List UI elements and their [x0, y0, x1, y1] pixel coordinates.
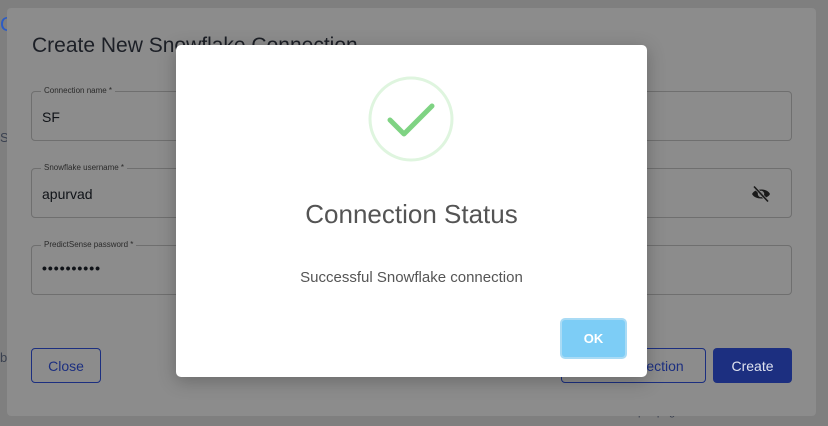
connection-status-dialog: Connection Status Successful Snowflake c… — [176, 45, 647, 377]
ok-button[interactable]: OK — [560, 318, 627, 359]
dialog-title: Connection Status — [305, 199, 518, 229]
dialog-message: Successful Snowflake connection — [300, 269, 523, 286]
success-check-icon — [368, 76, 454, 162]
field-value: apurvad — [42, 186, 93, 202]
field-value: •••••••••• — [42, 260, 102, 276]
field-label: PredictSense password * — [41, 240, 137, 249]
close-button[interactable]: Close — [31, 348, 101, 383]
visibility-off-icon[interactable] — [751, 185, 771, 203]
field-label: Snowflake username * — [41, 163, 128, 172]
create-button[interactable]: Create — [713, 348, 792, 383]
field-value: SF — [42, 109, 60, 125]
field-label: Connection name * — [41, 86, 116, 95]
